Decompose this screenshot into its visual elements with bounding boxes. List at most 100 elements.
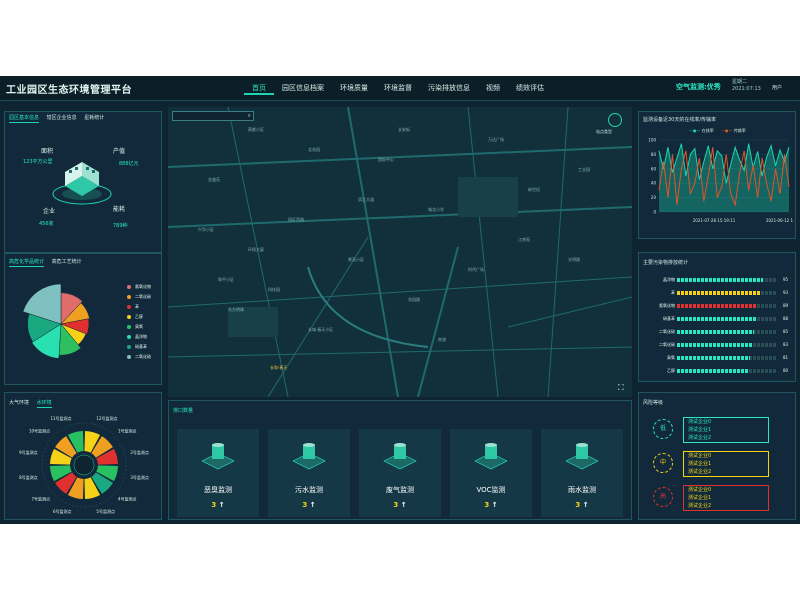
risk-company-item[interactable]: 测试企业0 [684, 486, 768, 494]
monitor-platform-icon [198, 435, 238, 475]
map-place-label: 光明路 [568, 257, 580, 262]
station-type-button[interactable]: 站点类型 [596, 113, 628, 139]
nav-park-archive[interactable]: 园区信息档案 [274, 81, 332, 95]
outlet-count-title: 排口数量 [173, 408, 194, 414]
nav-performance[interactable]: 绩效评估 [508, 81, 552, 95]
emission-value: 88 [783, 316, 789, 321]
emission-row: 二氧化硫 85 [643, 329, 793, 335]
nav-env-quality[interactable]: 环境质量 [332, 81, 376, 95]
monitor-platform-icon [471, 435, 511, 475]
map-road [507, 296, 632, 328]
emission-stats-title: 主要污染物排放统计 [643, 260, 689, 266]
map-place-label: 国际中心 [378, 157, 394, 162]
map-road [417, 246, 459, 397]
chem-legend-label: 晶淨物 [135, 334, 147, 339]
risk-level-badge: 高 [653, 487, 673, 507]
map-place-label: 和平小区 [218, 277, 234, 282]
emission-value: 83 [783, 342, 789, 347]
outlet-card[interactable]: VOC监测 3 ↑ [450, 429, 532, 517]
outlet-card[interactable]: 雨水监测 3 ↑ [541, 429, 623, 517]
tab-air-env[interactable]: 大气环境 [9, 400, 29, 407]
map-place-label: 花园路 [408, 297, 420, 302]
app-title: 工业园区生态环境管理平台 [6, 85, 132, 96]
legend-dot [127, 295, 131, 299]
emission-name: 晶淨物 [663, 277, 675, 282]
nav-env-supervision[interactable]: 环境监督 [376, 81, 420, 95]
map-search-input[interactable]: ⌕ [172, 111, 254, 121]
y-tick-label: 60 [651, 166, 657, 171]
chem-legend-label: 二氧化碳 [135, 294, 151, 299]
legend-dot [127, 345, 131, 349]
risk-company-list: 测试企业0 测试企业1 测试企业2 [683, 451, 769, 477]
monitor-point-label: 8号监测点 [19, 474, 38, 480]
tab-energy-stats[interactable]: 星耗统计 [84, 115, 104, 122]
emission-row: 二氧化碳 83 [643, 342, 793, 348]
chem-legend: 氯氧化物 二氧化碳苯乙醇 臭氧 晶淨物 硝基苯 二氧化硫 [127, 282, 151, 362]
chem-legend-label: 氯氧化物 [135, 284, 151, 289]
risk-company-item[interactable]: 测试企业1 [684, 460, 768, 468]
online-rate-panel: 监测设备近30天的在线率/传输率 —●— 在线率 —●— 传输率 100 80 60… [638, 111, 796, 239]
emission-value: 81 [783, 355, 789, 360]
emission-bar-fill [677, 317, 757, 321]
emission-value: 89 [783, 303, 789, 308]
map-road [467, 107, 499, 397]
ring-center [73, 454, 95, 476]
online-rate-line-chart: 100 80 60 40 20 0 2021-07-28 15:19:11 2021-06-1… [648, 138, 793, 224]
nav-video[interactable]: 视频 [478, 81, 508, 95]
map-place-label: 金盛苑 [208, 177, 220, 182]
risk-group: 高测试企业0 测试企业1 测试企业2 [653, 485, 793, 511]
emission-name: 乙醇 [667, 368, 675, 373]
risk-company-item[interactable]: 测试企业1 [684, 494, 768, 502]
outlet-card[interactable]: 恶臭监测 3 ↑ [177, 429, 259, 517]
nav-emission-info[interactable]: 污染排放信息 [420, 81, 478, 95]
search-icon[interactable]: ⌕ [248, 112, 251, 120]
outlet-card-name: 污水监测 [295, 486, 323, 494]
emission-name: 臭氧 [667, 355, 675, 360]
tab-park-basic[interactable]: 园区基本信息 [9, 115, 40, 123]
fullscreen-icon[interactable]: ⛶ [618, 383, 624, 393]
x-tick-label: 2021-07-28 15:19:11 [693, 218, 736, 223]
tab-hazard-chem[interactable]: 高危化学品统计 [9, 259, 45, 267]
tab-hazard-process[interactable]: 高危工艺统计 [52, 259, 82, 266]
emission-stats-panel: 主要污染物排放统计 晶淨物 95 苯 93 氯氧化物 89 硝基苯 88 二氧化硫 85 二氧化碳 8… [638, 252, 796, 382]
risk-company-item[interactable]: 测试企业2 [684, 468, 768, 476]
legend-online: 在线率 [701, 128, 714, 133]
outlet-card-count: 3 ↑ [268, 501, 350, 509]
emission-name: 硝基苯 [663, 316, 675, 321]
map-place-label: 长和·春天 [270, 365, 288, 370]
risk-company-item[interactable]: 测试企业2 [684, 434, 768, 442]
nav-home[interactable]: 首页 [244, 81, 274, 95]
chem-legend-item: 晶淨物 [127, 332, 151, 342]
risk-company-item[interactable]: 测试企业0 [684, 418, 768, 426]
risk-company-item[interactable]: 测试企业2 [684, 502, 768, 510]
air-quality-status: 空气监测:优秀 [676, 83, 721, 91]
monitor-point-ring: 12号监测点 1号监测点 2号监测点 3号监测点 4号监测点 5号监测点 6号监测点 7号监测… [19, 415, 149, 514]
chem-stats-panel: 高危化学品统计 高危工艺统计 氯氧化物 二氧化碳苯乙醇 臭氧 晶淨物 硝基苯 二氧化硫 [4, 253, 162, 385]
emission-bar-fill [677, 278, 763, 282]
risk-company-item[interactable]: 测试企业0 [684, 452, 768, 460]
env-monitor-tabs: 大气环境 水环境 [9, 399, 58, 408]
risk-group: 低测试企业0 测试企业1 测试企业2 [653, 417, 793, 443]
monitor-point-label: 9号监测点 [19, 449, 38, 455]
risk-company-list: 测试企业0 测试企业1 测试企业2 [683, 485, 769, 511]
user-menu[interactable]: 用户 [772, 84, 782, 91]
date-time: 星期二 2021:07:13 [732, 79, 761, 93]
map-place-label: 环保大厦 [248, 247, 264, 252]
chem-legend-label: 乙醇 [135, 314, 143, 319]
map-place-label: 燕都小区 [248, 127, 264, 132]
company-label: 企业 [43, 208, 56, 215]
up-arrow-icon: ↑ [216, 501, 225, 509]
legend-dot [127, 305, 131, 309]
energy-label: 能耗 [113, 206, 126, 213]
map-road [168, 206, 632, 228]
emission-bar-fill [677, 330, 754, 334]
chem-legend-label: 臭氧 [135, 324, 143, 329]
park-info-tabs: 园区基本信息 辖区企业信息 星耗统计 [9, 114, 110, 123]
tab-company-info[interactable]: 辖区企业信息 [47, 115, 77, 122]
outlet-count-panel: 排口数量 恶臭监测 3 ↑ 污水监测 3 ↑ 废气监测 3 ↑ VOC监测 3 ↑ 雨水监测 3 … [168, 400, 632, 520]
map-view[interactable]: 长和·春天 燕都小区 北花园 金盛苑 国际中心 万达广场 新世纪 园区西路 环保大厦 城北小学 江南… [168, 107, 632, 397]
outlet-card[interactable]: 污水监测 3 ↑ [268, 429, 350, 517]
outlet-card[interactable]: 废气监测 3 ↑ [359, 429, 441, 517]
map-place-label: 南湖 [438, 337, 446, 342]
risk-company-item[interactable]: 测试企业1 [684, 426, 768, 434]
